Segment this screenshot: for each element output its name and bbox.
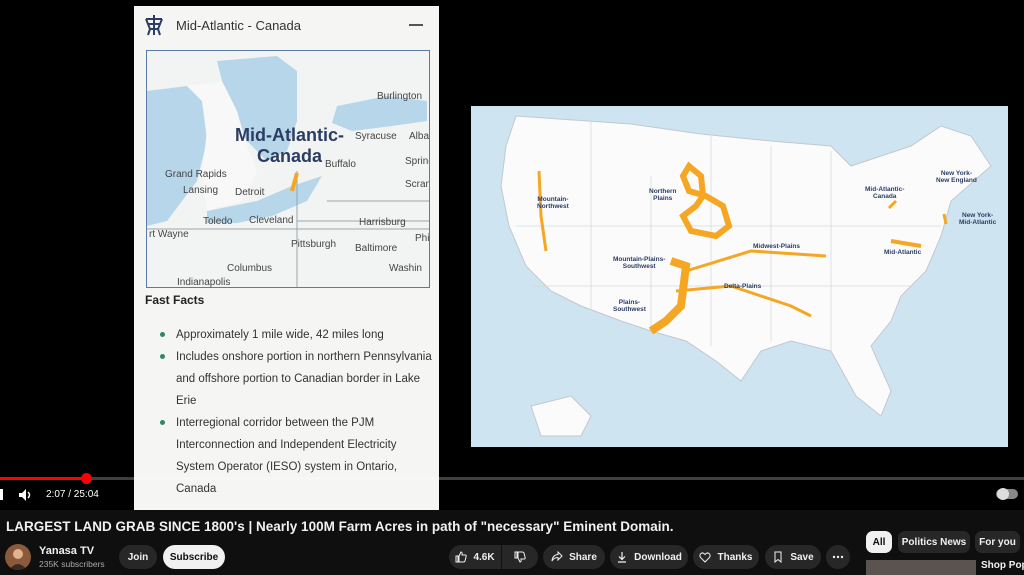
bookmark-icon [774,551,782,563]
thumbs-down-icon [514,551,526,563]
video-title: LARGEST LAND GRAB SINCE 1800's | Nearly … [6,519,674,534]
region-label: New York- New England [936,170,977,184]
volume-icon[interactable] [18,488,34,502]
region-label: Mountain- Northwest [537,196,569,210]
autoplay-toggle[interactable] [996,488,1018,500]
inset-title: Mid-Atlantic- Canada [235,125,344,167]
region-label: Mountain-Plains- Southwest [613,256,666,270]
avatar[interactable] [5,544,31,570]
controls-bar: 2:07 / 25:04 [0,484,1024,508]
region-label: New York- Mid-Atlantic [959,212,997,226]
transmission-tower-icon [145,15,163,36]
place-label: Detroit [235,187,265,198]
chip-all[interactable]: All [866,531,892,553]
region-label: Midwest-Plains [753,243,800,250]
avatar-image [9,549,27,570]
place-label: Toledo [203,216,233,227]
place-label: Syracuse [355,131,397,142]
place-label: Indianapolis [177,277,231,288]
place-label: Scran [405,179,430,190]
share-button[interactable]: Share [543,545,605,569]
thanks-label: Thanks [717,551,753,563]
subscriber-count: 235K subscribers [39,559,105,569]
subscribe-button[interactable]: Subscribe [163,545,225,569]
chip-label: For you [979,536,1016,548]
chip-politics-news[interactable]: Politics News [898,531,970,553]
toggle-knob [997,488,1009,500]
facts-list: Approximately 1 mile wide, 42 miles long… [160,324,432,500]
like-button[interactable]: 4.6K [449,545,501,569]
place-label: Pittsburgh [291,239,337,250]
thanks-heart-icon [699,552,712,563]
place-label: Columbus [227,263,273,274]
more-actions-button[interactable] [826,545,850,569]
more-horizontal-icon [832,555,844,559]
place-label: Lansing [183,185,219,196]
inset-title-line: Canada [256,146,322,166]
time-display: 2:07 / 25:04 [46,489,99,500]
chip-for-you[interactable]: For you [975,531,1020,553]
progress-scrubber[interactable] [81,473,93,484]
subscribe-label: Subscribe [169,551,219,563]
place-label: Spring [405,156,429,167]
thumbs-up-icon [455,551,468,563]
chip-label: All [872,536,886,548]
inset-map: Burlington Syracuse Alba Buffalo Sprin g … [146,50,430,288]
panel-header: Mid-Atlantic - Canada [134,6,439,44]
play-button[interactable] [0,489,3,500]
place-label: Grand Rapids [165,169,227,180]
info-panel: Mid-Atlantic - Canada Burlington Syracus… [134,6,439,510]
related-video-thumbnail[interactable] [866,560,976,575]
us-corridor-map: Mountain- Northwest Northern Plains Mid-At… [471,106,1008,447]
panel-title: Mid-Atlantic - Canada [176,17,301,33]
place-label: Baltimore [355,243,398,254]
related-video-title[interactable]: Shop Popu [981,560,1024,571]
download-icon [618,552,627,563]
place-label: Harrisburg [359,217,406,228]
progress-bar[interactable] [0,477,1024,480]
download-button[interactable]: Download [610,545,688,569]
save-button[interactable]: Save [765,545,821,569]
chip-label: Politics News [901,536,967,548]
channel-name[interactable]: Yanasa TV [39,545,94,557]
region-label: Mid-Atlantic- Canada [865,186,905,200]
video-player[interactable]: Mid-Atlantic - Canada Burlington Syracus… [0,0,1024,510]
region-label: Mid-Atlantic [884,249,922,256]
share-label: Share [569,551,597,563]
join-button[interactable]: Join [119,545,157,569]
dislike-button[interactable] [502,545,538,569]
download-label: Download [634,551,682,563]
thanks-button[interactable]: Thanks [693,545,759,569]
like-count: 4.6K [473,551,495,563]
place-label: Alba [409,131,430,142]
share-icon [551,551,563,562]
inset-title-line: Mid-Atlantic- [235,125,344,145]
fact-item: Approximately 1 mile wide, 42 miles long [160,324,432,346]
region-label: Plains- Southwest [613,299,646,313]
region-label: Northern Plains [649,188,677,202]
place-label: Burlington [377,91,423,102]
place-label: Cleveland [249,215,294,226]
region-label: Delta-Plains [724,283,762,290]
fast-facts-heading: Fast Facts [145,293,205,307]
us-map-graphic [500,115,992,437]
fact-item: Includes onshore portion in northern Pen… [160,346,432,412]
join-label: Join [127,551,149,563]
save-label: Save [790,551,814,563]
place-label: rt Wayne [149,229,189,240]
place-label: Washin [389,263,422,274]
place-label: Phi [415,233,430,244]
minimize-button[interactable] [409,24,423,26]
progress-played [0,477,87,480]
